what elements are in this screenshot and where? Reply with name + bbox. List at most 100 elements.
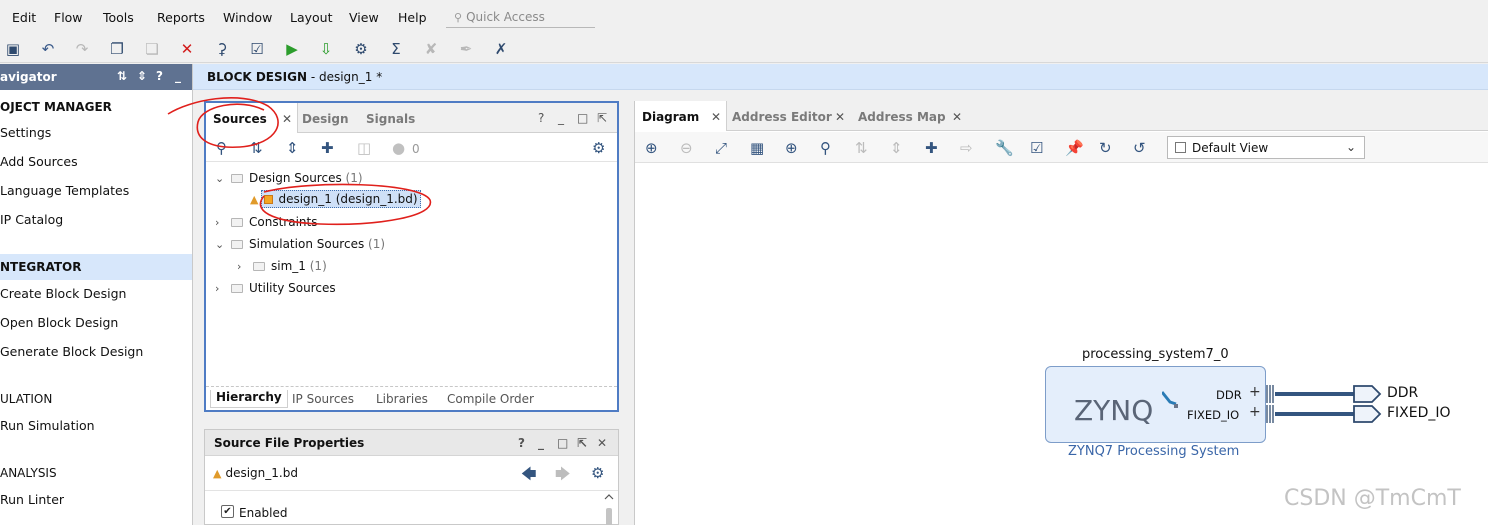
diagram-toolbar: ⊕ ⊖ ⤢ ▦ ⊕ ⚲ ⇅ ⇕ ✚ ⇨ 🔧 ☑ 📌 ↻ ↺ Default Vi… bbox=[635, 132, 1488, 163]
nav-section-simulation[interactable]: ULATION bbox=[0, 386, 192, 412]
nav-create-block-design[interactable]: Create Block Design bbox=[0, 286, 126, 301]
settings-icon[interactable]: ⚙ bbox=[350, 38, 372, 60]
check-icon[interactable]: ☑ bbox=[246, 38, 268, 60]
undo-icon[interactable]: ↶ bbox=[37, 38, 59, 60]
back-arrow-icon[interactable]: 🡄 bbox=[521, 464, 537, 489]
tree-utility-sources[interactable]: › Utility Sources bbox=[215, 281, 336, 295]
tab-address-map[interactable]: Address Map bbox=[858, 101, 946, 131]
menu-tools[interactable]: Tools bbox=[103, 10, 134, 25]
minimize-icon[interactable]: _ bbox=[538, 436, 544, 450]
block-subtitle: ZYNQ7 Processing System bbox=[1068, 444, 1240, 459]
folder-icon bbox=[253, 262, 265, 271]
expand-all-icon[interactable]: ⇕ bbox=[890, 139, 903, 157]
close-icon[interactable]: ✕ bbox=[597, 436, 607, 450]
chevron-down-icon: ⌄ bbox=[1345, 140, 1356, 154]
close-icon[interactable]: ✕ bbox=[835, 110, 845, 124]
scrollbar[interactable] bbox=[604, 493, 614, 525]
minimize-icon[interactable]: _ bbox=[175, 69, 181, 83]
menu-reports[interactable]: Reports bbox=[157, 10, 205, 25]
forward-arrow-icon[interactable]: 🡆 bbox=[555, 464, 571, 489]
expand-icon[interactable]: ⇕ bbox=[137, 69, 147, 83]
main-toolbar: ▣ ↶ ↷ ❐ ❏ ✕ ⚳ ☑ ▶ ⇩ ⚙ Σ ✘ ✒ ✗ bbox=[0, 36, 1488, 63]
save-icon[interactable]: ▣ bbox=[2, 38, 24, 60]
nav-open-block-design[interactable]: Open Block Design bbox=[0, 315, 118, 330]
find-icon[interactable]: ⚳ bbox=[211, 38, 233, 60]
nav-add-sources[interactable]: Add Sources bbox=[0, 154, 78, 169]
menu-view[interactable]: View bbox=[349, 10, 379, 25]
quick-access-search[interactable]: ⚲ Quick Access bbox=[446, 7, 595, 28]
maximize-icon[interactable]: □ bbox=[577, 111, 588, 125]
chevron-right-icon[interactable]: › bbox=[237, 260, 249, 273]
tab-address-editor[interactable]: Address Editor bbox=[732, 101, 832, 131]
nav-section-ip-integrator[interactable]: NTEGRATOR bbox=[0, 254, 192, 280]
zoom-in-icon[interactable]: ⊕ bbox=[645, 139, 658, 157]
close-icon[interactable]: ✕ bbox=[952, 110, 962, 124]
cancel-tool-icon[interactable]: ✗ bbox=[490, 38, 512, 60]
nav-settings[interactable]: Settings bbox=[0, 125, 51, 140]
paste-icon[interactable]: ❏ bbox=[141, 38, 163, 60]
zoom-out-icon[interactable]: ⊖ bbox=[680, 139, 693, 157]
search-icon[interactable]: ⚲ bbox=[820, 139, 831, 157]
add-ip-icon[interactable]: ✚ bbox=[925, 139, 938, 157]
gear-icon[interactable]: ⚙ bbox=[591, 464, 604, 482]
help-icon[interactable]: ? bbox=[518, 436, 525, 450]
zynq-logo: ZYNQ bbox=[1074, 394, 1154, 427]
ddr-wire bbox=[1275, 392, 1355, 396]
external-port-ddr[interactable]: DDR bbox=[1387, 385, 1418, 401]
help-icon[interactable]: ? bbox=[538, 111, 544, 125]
chevron-right-icon[interactable]: › bbox=[215, 282, 227, 295]
annotation-circle-design-file bbox=[259, 183, 432, 226]
collapse-all-icon[interactable]: ⇅ bbox=[855, 139, 868, 157]
menu-flow[interactable]: Flow bbox=[54, 10, 83, 25]
menu-layout[interactable]: Layout bbox=[290, 10, 333, 25]
collapse-all-icon[interactable]: ⇅ bbox=[117, 69, 127, 83]
tab-compile-order[interactable]: Compile Order bbox=[447, 392, 534, 406]
delete-icon[interactable]: ✕ bbox=[176, 38, 198, 60]
nav-section-rtl-analysis[interactable]: ANALYSIS bbox=[0, 460, 192, 486]
nav-generate-block-design[interactable]: Generate Block Design bbox=[0, 344, 143, 359]
program-download-icon[interactable]: ⇩ bbox=[315, 38, 337, 60]
view-select[interactable]: Default View ⌄ bbox=[1167, 136, 1365, 159]
enabled-checkbox[interactable]: ✔ bbox=[221, 505, 234, 518]
run-icon[interactable]: ▶ bbox=[281, 38, 303, 60]
regenerate-layout-icon[interactable]: ↺ bbox=[1133, 139, 1146, 157]
zoom-area-icon[interactable]: ▦ bbox=[750, 139, 764, 157]
sigma-icon[interactable]: Σ bbox=[385, 38, 407, 60]
debug-icon[interactable]: ✘ bbox=[420, 38, 442, 60]
float-icon[interactable]: ⇱ bbox=[597, 111, 607, 125]
wrench-icon[interactable]: 🔧 bbox=[995, 139, 1014, 157]
gear-icon[interactable]: ⚙ bbox=[592, 139, 605, 157]
external-port-fixed-io[interactable]: FIXED_IO bbox=[1387, 405, 1451, 421]
make-external-icon[interactable]: ⇨ bbox=[960, 139, 973, 157]
nav-run-simulation[interactable]: Run Simulation bbox=[0, 418, 95, 433]
menu-window[interactable]: Window bbox=[223, 10, 272, 25]
help-icon[interactable]: ? bbox=[156, 69, 163, 83]
refresh-icon[interactable]: ↻ bbox=[1099, 139, 1112, 157]
center-icon[interactable]: ⊕ bbox=[785, 139, 798, 157]
tree-sim-1[interactable]: › sim_1 (1) bbox=[237, 259, 327, 273]
port-expand-icon[interactable]: + bbox=[1249, 404, 1261, 420]
diagram-panel: Diagram ✕ Address Editor ✕ Address Map ✕… bbox=[634, 101, 1488, 525]
tab-ip-sources[interactable]: IP Sources bbox=[292, 392, 354, 406]
redo-icon[interactable]: ↷ bbox=[71, 38, 93, 60]
nav-ip-catalog[interactable]: IP Catalog bbox=[0, 212, 63, 227]
port-expand-icon[interactable]: + bbox=[1249, 384, 1261, 400]
menu-edit[interactable]: Edit bbox=[12, 10, 36, 25]
float-icon[interactable]: ⇱ bbox=[577, 436, 587, 450]
navigator-title: avigator bbox=[0, 70, 57, 84]
zynq-processing-system-block[interactable]: ZYNQ DDR + FIXED_IO + bbox=[1045, 366, 1266, 443]
maximize-icon[interactable]: □ bbox=[557, 436, 568, 450]
minimize-icon[interactable]: _ bbox=[558, 111, 564, 125]
close-icon[interactable]: ✕ bbox=[711, 110, 721, 124]
pin-icon[interactable]: 📌 bbox=[1065, 139, 1084, 157]
tab-libraries[interactable]: Libraries bbox=[376, 392, 428, 406]
validate-icon[interactable]: ☑ bbox=[1030, 139, 1043, 157]
nav-run-linter[interactable]: Run Linter bbox=[0, 492, 64, 507]
nav-language-templates[interactable]: Language Templates bbox=[0, 183, 129, 198]
tab-hierarchy[interactable]: Hierarchy bbox=[210, 390, 288, 408]
copy-icon[interactable]: ❐ bbox=[106, 38, 128, 60]
marker-icon[interactable]: ✒ bbox=[455, 38, 477, 60]
zoom-fit-icon[interactable]: ⤢ bbox=[715, 139, 727, 157]
menu-help[interactable]: Help bbox=[398, 10, 427, 25]
sfp-filename: ▲ design_1.bd bbox=[213, 466, 298, 480]
